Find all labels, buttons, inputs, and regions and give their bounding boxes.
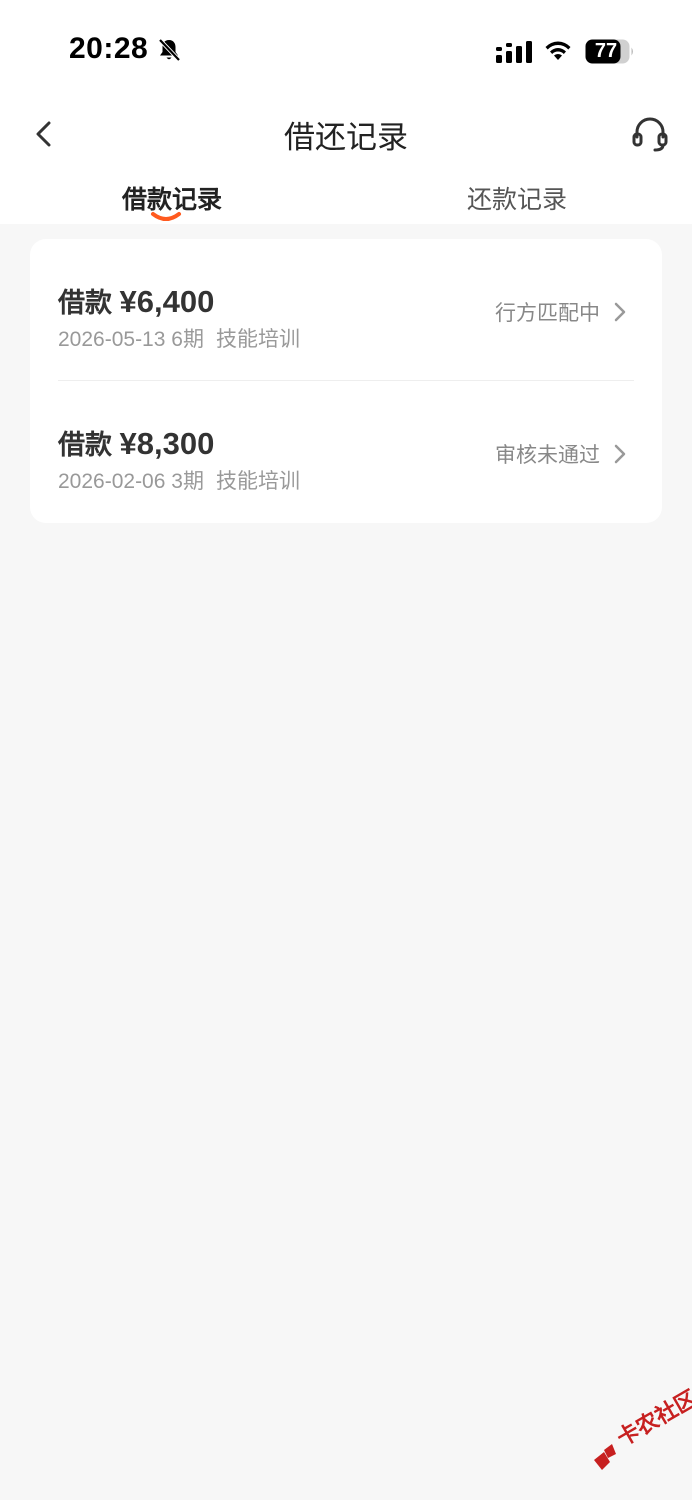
loan-date: 2026-05-13 <box>58 328 166 351</box>
list-item[interactable]: 借款 ¥8,300 2026-02-06 3期 技能培训 审核未通过 <box>30 381 662 523</box>
loan-amount: 借款 ¥6,400 <box>58 281 214 320</box>
loan-date: 2026-02-06 <box>58 470 166 493</box>
loan-term: 6期 <box>171 328 204 351</box>
tab-active-indicator <box>151 212 181 221</box>
loan-label: 借款 <box>58 288 112 318</box>
tab-repay-records[interactable]: 还款记录 <box>467 180 567 216</box>
loan-amount-value: ¥6,400 <box>119 284 215 319</box>
wifi-icon <box>545 41 571 60</box>
page-title: 借还记录 <box>284 120 408 155</box>
loan-purpose: 技能培训 <box>215 328 300 351</box>
loan-meta: 2026-05-13 6期 技能培训 <box>58 323 300 353</box>
loan-status: 行方匹配中 <box>495 302 600 325</box>
loan-meta: 2026-02-06 3期 技能培训 <box>58 465 300 495</box>
loan-status: 审核未通过 <box>495 444 600 467</box>
headset-icon[interactable] <box>628 112 672 156</box>
loan-term: 3期 <box>171 470 204 493</box>
battery-level: 77 <box>594 40 618 62</box>
loan-amount-value: ¥8,300 <box>119 426 215 461</box>
bell-muted-icon <box>158 38 181 62</box>
loan-amount: 借款 ¥8,300 <box>58 423 214 462</box>
list-item[interactable]: 借款 ¥6,400 2026-05-13 6期 技能培训 行方匹配中 <box>30 239 662 381</box>
loan-purpose: 技能培训 <box>215 470 300 493</box>
status-time: 20:28 <box>69 32 149 65</box>
signal-icon <box>496 41 532 63</box>
loan-label: 借款 <box>58 430 112 460</box>
records-card: 借款 ¥6,400 2026-05-13 6期 技能培训 行方匹配中 借款 ¥8,… <box>30 239 662 523</box>
chevron-right-icon <box>614 302 626 322</box>
chevron-right-icon <box>614 444 626 464</box>
